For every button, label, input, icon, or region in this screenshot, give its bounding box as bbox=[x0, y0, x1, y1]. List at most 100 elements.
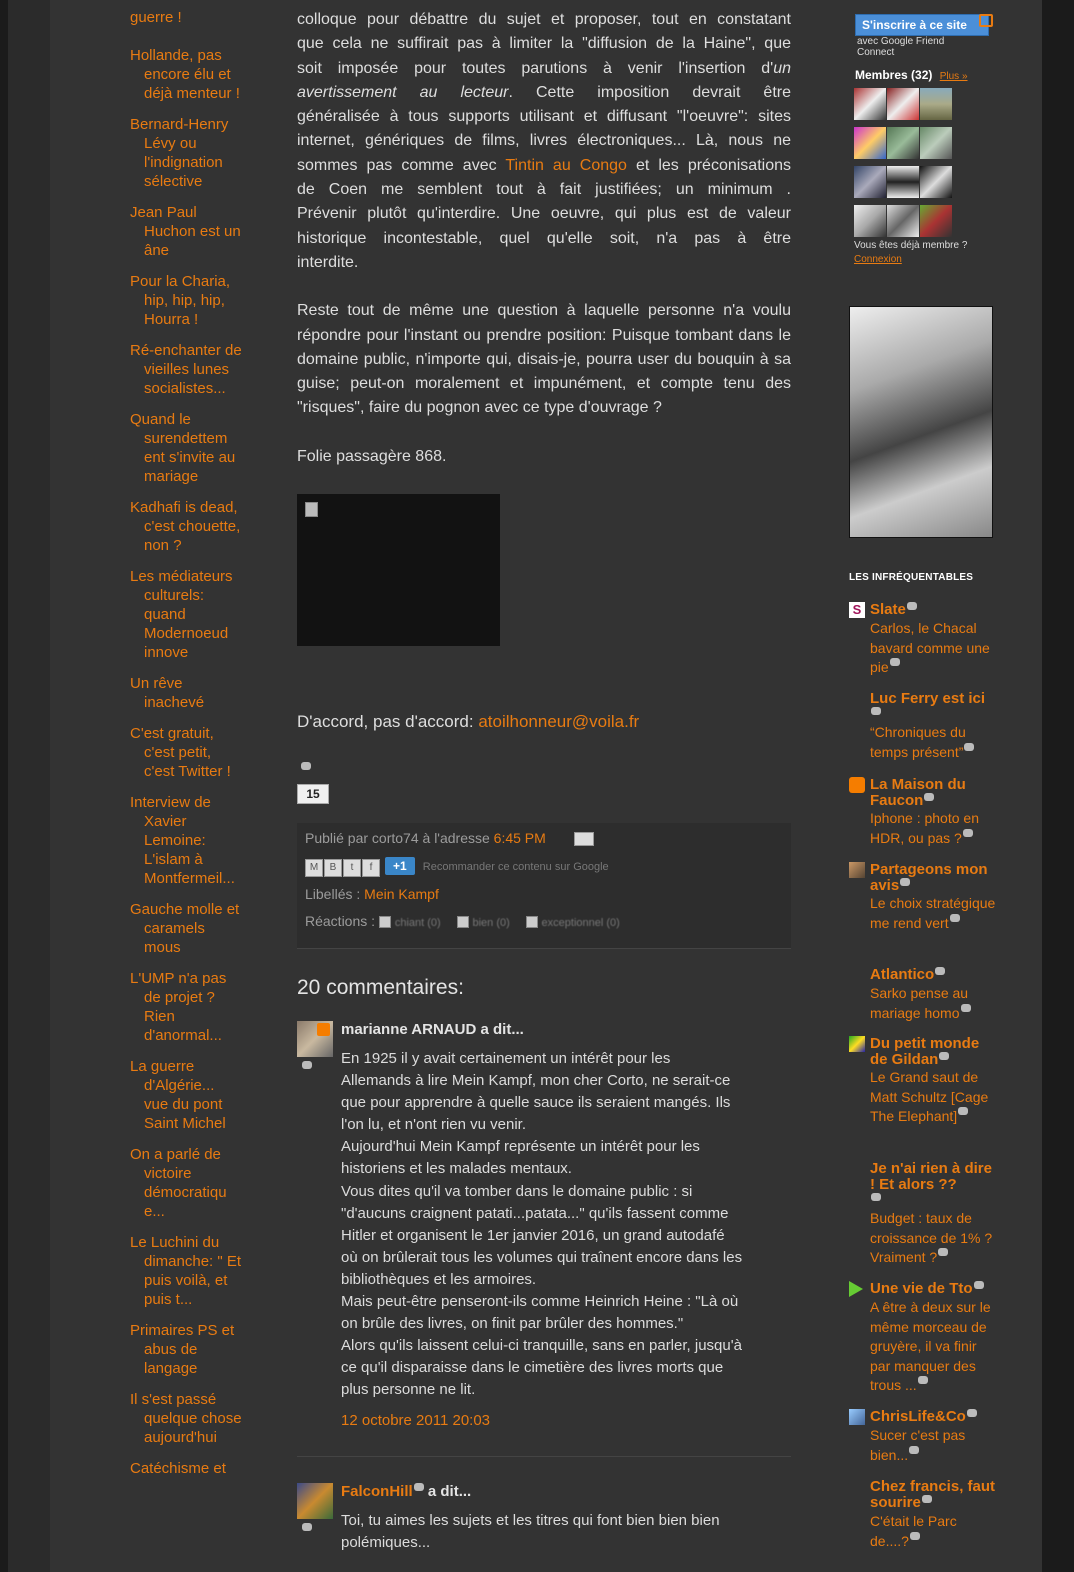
comment-icon[interactable] bbox=[302, 1523, 312, 1531]
share-row: MBtf +1 Recommander ce contenu sur Googl… bbox=[305, 857, 609, 877]
archive-post-link[interactable]: Gauche molle et caramels mous bbox=[130, 900, 242, 957]
labels-line: Libellés : Mein Kampf bbox=[305, 886, 439, 902]
email-link[interactable]: atoilhonneur@voila.fr bbox=[478, 712, 639, 731]
comment-icon bbox=[966, 1409, 977, 1417]
blogroll-title: LES INFRÉQUENTABLES bbox=[849, 572, 974, 583]
member-avatar[interactable] bbox=[887, 205, 919, 237]
archive-post-link[interactable]: Interview de Xavier Lemoine: L'islam à M… bbox=[130, 793, 242, 888]
folie-caption: Folie passagère 868. bbox=[297, 447, 447, 465]
blog-name-link[interactable]: Luc Ferry est ici bbox=[870, 691, 1000, 723]
comment-line: bibliothèques et les armoires. bbox=[341, 1270, 537, 1288]
more-members-link[interactable]: Plus » bbox=[940, 71, 968, 82]
agree-label: D'accord, pas d'accord: bbox=[297, 712, 479, 731]
comment-date-link[interactable]: 12 octobre 2011 20:03 bbox=[341, 1412, 490, 1429]
login-link[interactable]: Connexion bbox=[854, 254, 902, 265]
count-badge[interactable]: 15 bbox=[297, 784, 329, 804]
blog-name-link[interactable]: ChrisLife&Co bbox=[870, 1409, 1000, 1425]
comment-line: que pour apprendre à quelle sauce ils se… bbox=[341, 1094, 731, 1112]
archive-post-link[interactable]: Kadhafi is dead, c'est chouette, non ? bbox=[130, 498, 242, 555]
archive-post-link[interactable]: Un rêve inachevé bbox=[130, 674, 242, 712]
blog-name-link[interactable]: Chez francis, faut sourire bbox=[870, 1479, 1000, 1511]
archive-post-link[interactable]: Quand le surendettem ent s'invite au mar… bbox=[130, 410, 242, 486]
archive-post-link[interactable]: guerre ! bbox=[130, 8, 242, 27]
member-avatar[interactable] bbox=[854, 88, 886, 120]
blog-name-link[interactable]: Une vie de Tto bbox=[870, 1281, 1000, 1297]
member-avatar[interactable] bbox=[854, 166, 886, 198]
comment-icon bbox=[900, 878, 911, 886]
comment-icon[interactable] bbox=[302, 1061, 312, 1069]
text-fragment: sommes pas comme avec bbox=[297, 156, 506, 174]
tintin-link[interactable]: Tintin au Congo bbox=[505, 157, 627, 174]
blog-post-link[interactable]: A être à deux sur le même morceau de gru… bbox=[870, 1298, 998, 1396]
post-time-link[interactable]: 6:45 PM bbox=[494, 830, 546, 846]
blog-name-link[interactable]: Slate bbox=[870, 602, 1000, 618]
members-heading: Membres (32) Plus » bbox=[855, 68, 968, 82]
published-by: Publié par corto74 à l'adresse bbox=[305, 830, 494, 846]
blog-post-link[interactable]: Iphone : photo en HDR, ou pas ? bbox=[870, 809, 998, 848]
twitter-share-icon[interactable]: t bbox=[343, 859, 361, 877]
reaction-checkbox[interactable] bbox=[456, 916, 469, 929]
reaction-checkbox[interactable] bbox=[525, 916, 538, 929]
archive-post-link[interactable]: Les médiateurs culturels: quand Modernoe… bbox=[130, 567, 242, 662]
member-avatar[interactable] bbox=[854, 127, 886, 159]
archive-post-link[interactable]: Il s'est passé quelque chose aujourd'hui bbox=[130, 1390, 242, 1447]
blog-post-link[interactable]: “Chroniques du temps présent” bbox=[870, 723, 998, 762]
blog-name-link[interactable]: Je n'ai rien à dire ! Et alors ?? bbox=[870, 1161, 1000, 1209]
blog-name-link[interactable]: La Maison du Faucon bbox=[870, 777, 1000, 809]
archive-post-link[interactable]: Bernard-Henry Lévy ou l'indignation séle… bbox=[130, 115, 242, 191]
archive-post-link[interactable]: On a parlé de victoire démocratiqu e... bbox=[130, 1145, 242, 1221]
comments-title: 20 commentaires: bbox=[297, 976, 464, 999]
blog-post-link[interactable]: Budget : taux de croissance de 1% ? Vrai… bbox=[870, 1209, 998, 1268]
member-avatar[interactable] bbox=[920, 88, 952, 120]
post-footer: Publié par corto74 à l'adresse 6:45 PM M… bbox=[297, 823, 791, 949]
archive-post-link[interactable]: Ré-enchanter de vieilles lunes socialist… bbox=[130, 341, 242, 398]
archive-post-link[interactable]: Jean Paul Huchon est un âne bbox=[130, 203, 242, 260]
blog-post-link[interactable]: Sarko pense au mariage homo bbox=[870, 984, 998, 1023]
archive-post-link[interactable]: C'est gratuit, c'est petit, c'est Twitte… bbox=[130, 724, 242, 781]
archive-post-link[interactable]: La guerre d'Algérie... vue du pont Saint… bbox=[130, 1057, 242, 1133]
member-avatar[interactable] bbox=[854, 205, 886, 237]
email-share-icon[interactable]: M bbox=[305, 859, 323, 877]
member-avatar[interactable] bbox=[887, 166, 919, 198]
reaction-checkbox[interactable] bbox=[378, 916, 391, 929]
archive-post-link[interactable]: Catéchisme et bbox=[130, 1459, 242, 1478]
blog-name-link[interactable]: Du petit monde de Gildan bbox=[870, 1036, 1000, 1068]
archive-post-link[interactable]: L'UMP n'a pas de projet ? Rien d'anormal… bbox=[130, 969, 242, 1045]
member-avatar[interactable] bbox=[920, 166, 952, 198]
member-avatar[interactable] bbox=[920, 127, 952, 159]
subscribe-button[interactable]: S'inscrire à ce site bbox=[855, 14, 989, 36]
archive-post-link[interactable]: Hollande, pas encore élu et déjà menteur… bbox=[130, 46, 242, 103]
archive-post-link[interactable]: Pour la Charia, hip, hip, hip, Hourra ! bbox=[130, 272, 242, 329]
author-link[interactable]: FalconHill bbox=[341, 1483, 413, 1500]
comment-icon bbox=[906, 602, 917, 610]
comment-divider bbox=[297, 1456, 791, 1457]
archive-post-link[interactable]: Le Luchini du dimanche: " Et puis voilà,… bbox=[130, 1233, 242, 1309]
member-avatar[interactable] bbox=[920, 205, 952, 237]
comment-line: "d'aucuns craignent patati...patata..." … bbox=[341, 1204, 729, 1222]
said-label: a dit... bbox=[476, 1021, 524, 1038]
comment-line: on brûle des livres, on finit par brûler… bbox=[341, 1315, 684, 1333]
label-link[interactable]: Mein Kampf bbox=[364, 886, 439, 902]
blog-post-link[interactable]: Carlos, le Chacal bavard comme une pie bbox=[870, 619, 998, 678]
member-avatar[interactable] bbox=[887, 88, 919, 120]
blog-post-link[interactable]: C'était le Parc de....? bbox=[870, 1512, 998, 1551]
archive-post-link[interactable]: Primaires PS et abus de langage bbox=[130, 1321, 242, 1378]
email-post-icon[interactable] bbox=[573, 832, 594, 847]
comment-icon[interactable] bbox=[301, 762, 311, 770]
blog-name-link[interactable]: Partageons mon avis bbox=[870, 862, 1000, 894]
plus-one-button[interactable]: +1 bbox=[384, 857, 415, 875]
member-avatar[interactable] bbox=[887, 127, 919, 159]
text-line: Prévenir plutôt qu'interdire. Une oeuvre… bbox=[297, 205, 791, 223]
facebook-share-icon[interactable]: f bbox=[362, 859, 380, 877]
blog-post-link[interactable]: Le Grand saut de Matt Schultz [Cage The … bbox=[870, 1068, 998, 1127]
blog-post-link[interactable]: Sucer c'est pas bien... bbox=[870, 1426, 998, 1465]
comment-line: ce qu'il disparaisse dans le cimetière d… bbox=[341, 1359, 724, 1377]
reactions-prefix: Réactions : bbox=[305, 913, 379, 929]
embedded-video[interactable] bbox=[297, 494, 500, 646]
blog-share-icon[interactable]: B bbox=[324, 859, 342, 877]
text-line: de Coen me semblent tout à fait justifié… bbox=[297, 181, 791, 199]
author-name[interactable]: marianne ARNAUD bbox=[341, 1021, 476, 1038]
avatar[interactable] bbox=[297, 1483, 333, 1519]
blog-name-link[interactable]: Atlantico bbox=[870, 967, 1000, 983]
blog-post-link[interactable]: Le choix stratégique me rend vert bbox=[870, 894, 998, 933]
